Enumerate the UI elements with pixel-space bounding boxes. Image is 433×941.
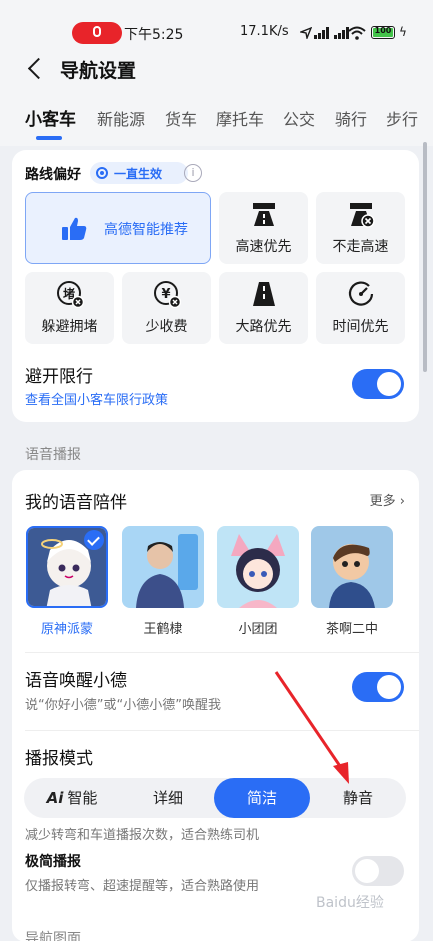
watermark: Baidu经验 <box>316 895 384 911</box>
annotation-arrow-icon <box>274 671 349 784</box>
